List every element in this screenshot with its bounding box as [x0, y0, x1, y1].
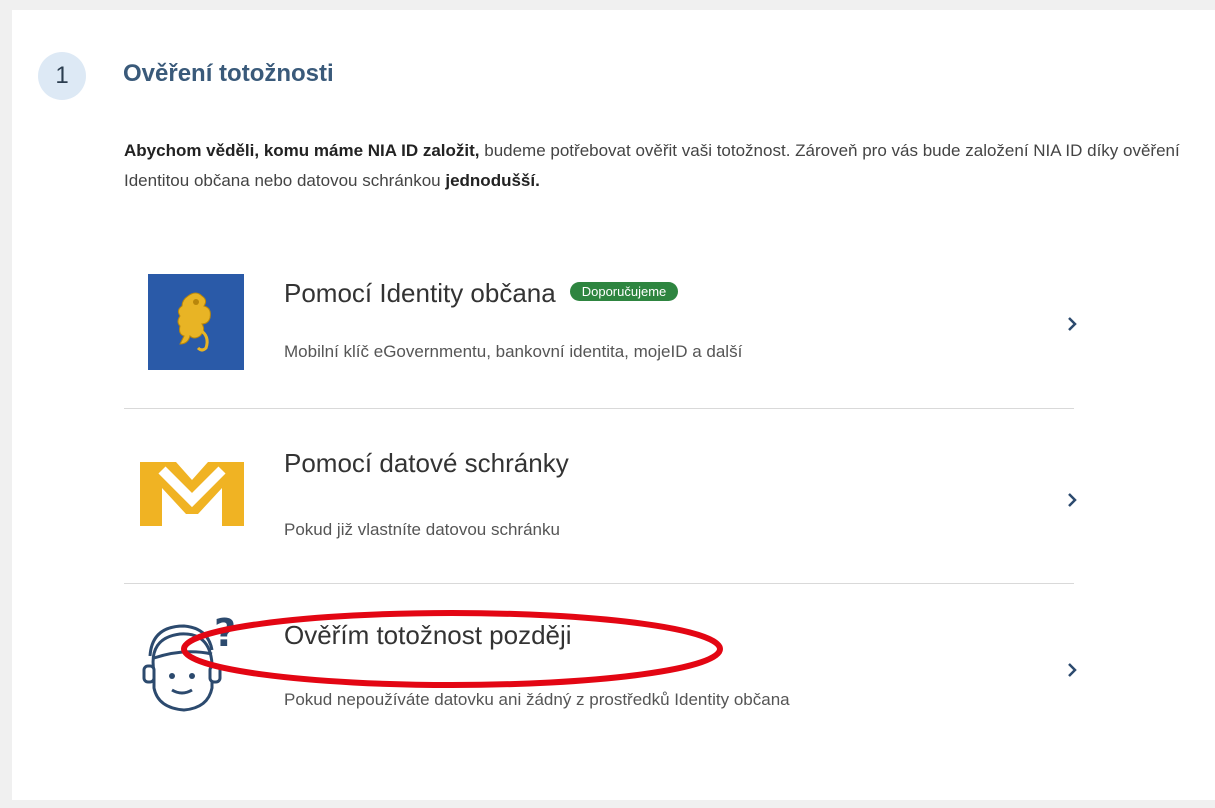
step-number-badge: 1 — [38, 52, 86, 100]
step-title: Ověření totožnosti — [123, 60, 334, 87]
option-description: Pokud nepoužíváte datovku ani žádný z pr… — [284, 690, 790, 709]
option-datova-schranka[interactable]: Pomocí datové schránky Pokud již vlastní… — [124, 440, 1077, 560]
recommended-badge: Doporučujeme — [569, 281, 679, 301]
intro-bold-end: jednodušší. — [445, 171, 540, 190]
divider — [124, 583, 1074, 584]
datova-schranka-logo-icon — [140, 462, 244, 526]
czech-lion-emblem-icon — [148, 274, 244, 370]
divider — [124, 408, 1074, 409]
intro-text: Abychom věděli, komu máme NIA ID založit… — [124, 136, 1194, 196]
chevron-right-icon — [1068, 317, 1077, 331]
chevron-right-icon — [1068, 663, 1077, 677]
option-identita-obcana[interactable]: Pomocí Identity občana Doporučujeme Mobil… — [124, 270, 1077, 380]
option-label: Pomocí Identity občana Doporučujeme — [284, 278, 679, 309]
option-description: Mobilní klíč eGovernmentu, bankovní iden… — [284, 342, 743, 361]
option-description: Pokud již vlastníte datovou schránku — [284, 520, 560, 539]
option-label-text: Pomocí Identity občana — [284, 278, 556, 308]
intro-bold-start: Abychom věděli, komu máme NIA ID založit… — [124, 141, 480, 160]
chevron-right-icon — [1068, 493, 1077, 507]
option-label: Pomocí datové schránky — [284, 448, 569, 478]
red-annotation-ellipse — [181, 610, 723, 688]
